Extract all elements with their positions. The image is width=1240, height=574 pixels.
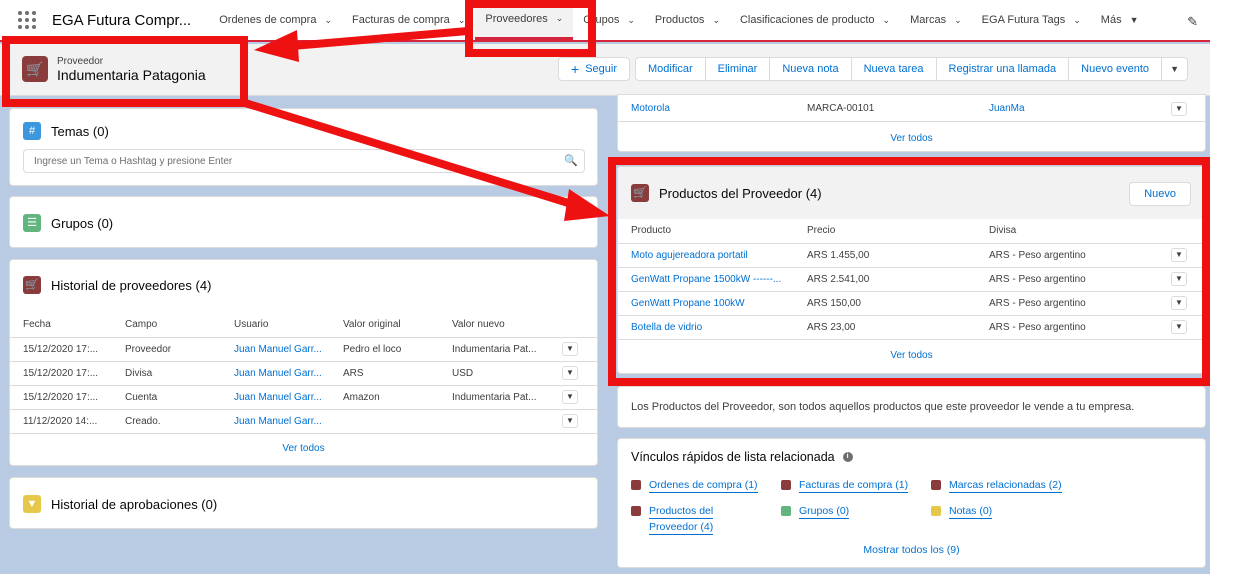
app-window: EGA Futura Compr... Ordenes de compra ⌄ F… — [0, 0, 1210, 574]
annotation-arrows — [240, 27, 610, 221]
page-margin — [1210, 0, 1240, 574]
